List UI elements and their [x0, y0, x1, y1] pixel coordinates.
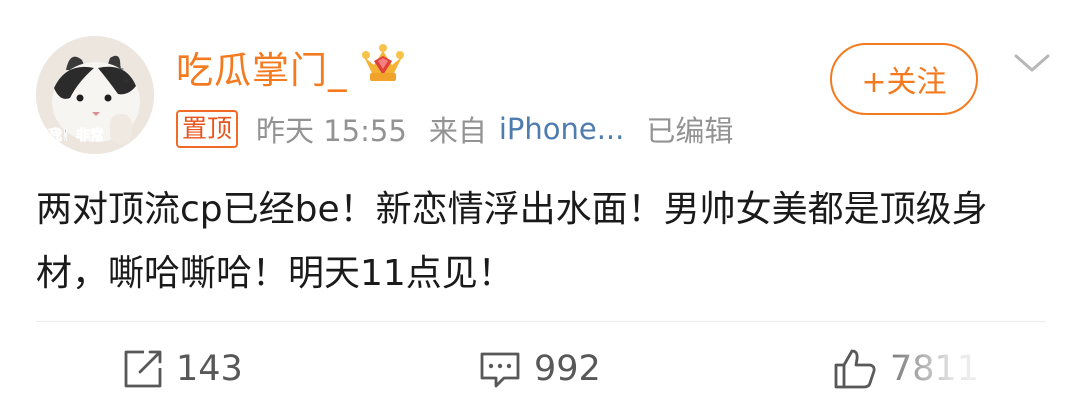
avatar[interactable]: + + 我！非常 [36, 36, 154, 154]
comment-icon [480, 352, 520, 388]
post-time: 昨天 15:55 [256, 114, 407, 148]
pinned-badge: 置顶 [176, 110, 239, 148]
follow-button[interactable]: +关注 [830, 43, 978, 115]
comment-button[interactable]: 992 [478, 341, 601, 397]
post-meta: 置顶 昨天 15:55 来自 iPhone... 已编辑 [176, 108, 733, 150]
author-name[interactable]: 吃瓜掌门_ [176, 40, 348, 94]
source-link[interactable]: iPhone... [499, 112, 625, 146]
edited-label[interactable]: 已编辑 [646, 108, 733, 150]
thumbs-up-icon [834, 349, 876, 389]
comment-count: 992 [534, 349, 601, 389]
post-text: 两对顶流cp已经be！新恋情浮出水面！男帅女美都是顶级身材，嘶哈嘶哈！明天11点… [36, 189, 988, 294]
like-button[interactable]: 7811 [832, 341, 979, 397]
divider [36, 321, 1046, 322]
svg-text:+: + [122, 76, 130, 87]
repost-button[interactable]: 143 [122, 341, 243, 397]
svg-text:+: + [116, 64, 124, 75]
chevron-down-icon[interactable] [1012, 50, 1052, 76]
like-count: 7811 [890, 349, 980, 389]
repost-icon [124, 350, 162, 388]
source-prefix: 来自 [428, 114, 487, 148]
repost-count: 143 [176, 349, 243, 389]
avatar-caption: 我！非常 [48, 127, 104, 144]
crown-icon [362, 44, 404, 81]
